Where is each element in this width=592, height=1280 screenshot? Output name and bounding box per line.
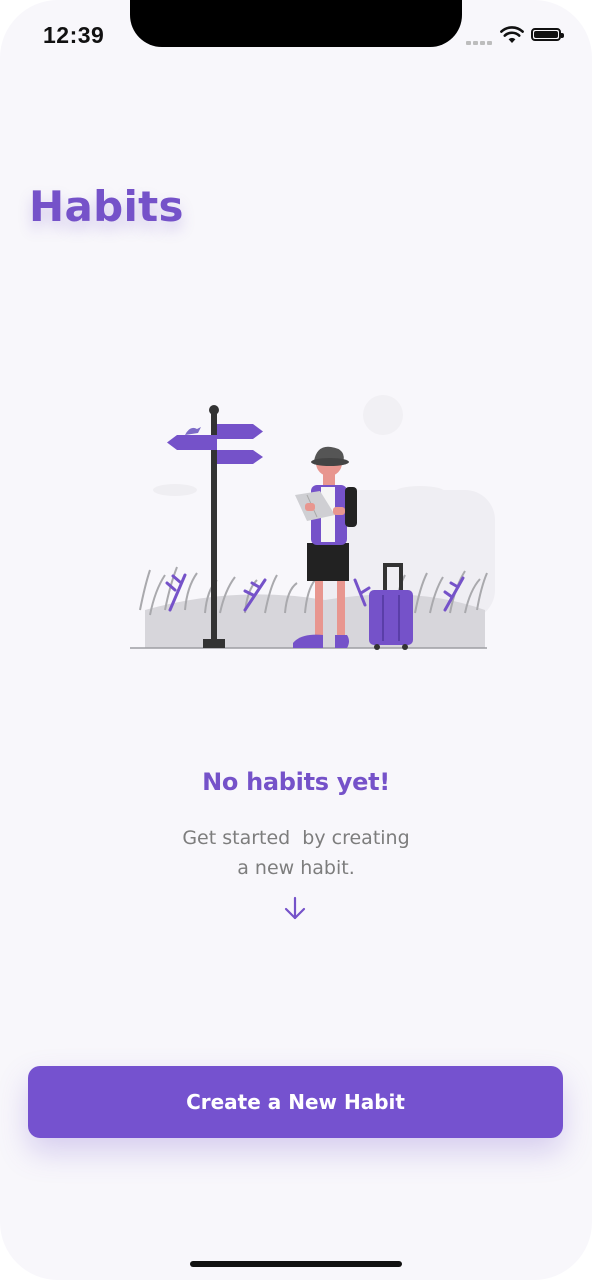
create-habit-button[interactable]: Create a New Habit <box>28 1066 563 1138</box>
traveler-illustration <box>130 395 495 650</box>
wifi-icon <box>500 26 524 43</box>
page-title: Habits <box>29 182 184 231</box>
empty-state-line-1: Get started by creating <box>182 827 410 849</box>
device-notch <box>130 0 462 47</box>
arrow-down-icon <box>284 896 306 920</box>
empty-state-title: No habits yet! <box>202 768 390 796</box>
empty-state-line-2: a new habit. <box>237 857 355 879</box>
app-screen: 12:39 Habits No habits yet! Get started … <box>0 0 592 1280</box>
status-time: 12:39 <box>43 22 105 48</box>
cellular-signal-icon <box>466 37 494 45</box>
home-indicator[interactable] <box>190 1261 402 1267</box>
empty-state-description: Get started by creating a new habit. <box>146 823 446 883</box>
battery-icon <box>531 28 564 41</box>
